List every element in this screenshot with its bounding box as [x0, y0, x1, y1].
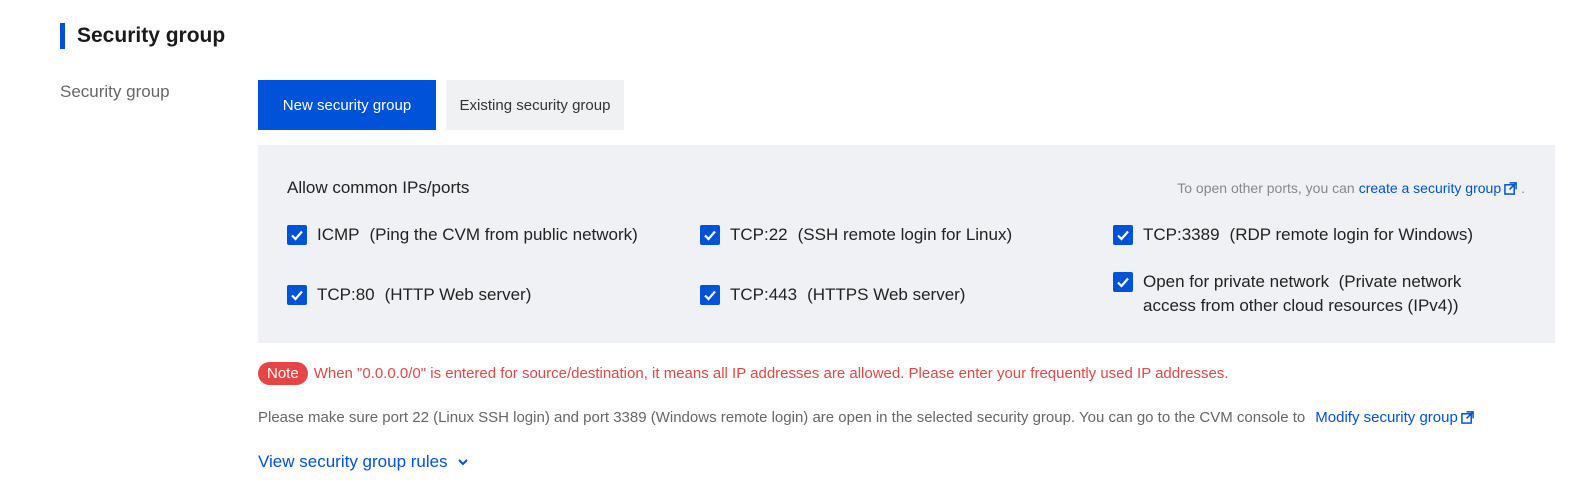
note-text: When "0.0.0.0/0" is entered for source/d… — [313, 365, 1229, 382]
port-option-icmp: ICMP (Ping the CVM from public network) — [287, 223, 638, 247]
view-rules-label: View security group rules — [258, 452, 448, 471]
external-link-icon — [1461, 411, 1474, 424]
check-icon — [704, 230, 716, 241]
port-desc: (Ping the CVM from public network) — [369, 225, 638, 244]
modify-security-group-link-label: Modify security group — [1315, 409, 1458, 426]
check-icon — [1117, 230, 1129, 241]
port-desc: (HTTPS Web server) — [807, 285, 966, 304]
check-icon — [1117, 277, 1129, 288]
port-option-tcp80: TCP:80 (HTTP Web server) — [287, 283, 531, 307]
port-name: TCP:3389 — [1143, 225, 1220, 244]
checkbox-icmp[interactable] — [287, 225, 307, 245]
checkbox-tcp443[interactable] — [700, 285, 720, 305]
title-accent-bar — [60, 23, 65, 49]
tab-new-security-group[interactable]: New security group — [258, 80, 436, 130]
common-ports-panel: Allow common IPs/ports To open other por… — [258, 145, 1555, 343]
create-security-group-link-label: create a security group — [1358, 180, 1502, 196]
check-icon — [704, 290, 716, 301]
view-security-group-rules-toggle[interactable]: View security group rules — [258, 452, 470, 472]
port-option-tcp443: TCP:443 (HTTPS Web server) — [700, 283, 965, 307]
port-option-private-network: Open for private network (Private networ… — [1113, 270, 1503, 318]
section-title: Security group — [77, 24, 226, 47]
port-text: Open for private network (Private networ… — [1143, 270, 1503, 318]
note-badge: Note — [258, 362, 308, 385]
create-security-group-link[interactable]: create a security group — [1359, 180, 1517, 196]
modify-security-group-link[interactable]: Modify security group — [1315, 409, 1474, 426]
chevron-down-icon — [457, 459, 468, 466]
help-text: Please make sure port 22 (Linux SSH logi… — [258, 409, 1306, 426]
tab-existing-security-group[interactable]: Existing security group — [446, 80, 624, 130]
checkbox-tcp3389[interactable] — [1113, 225, 1133, 245]
port-name: Open for private network — [1143, 272, 1330, 291]
hint-suffix: . — [1521, 180, 1525, 196]
checkbox-tcp80[interactable] — [287, 285, 307, 305]
security-group-field-label: Security group — [60, 82, 170, 101]
section-header: Security group — [60, 22, 225, 50]
checkbox-private-network[interactable] — [1113, 272, 1133, 292]
hint-prefix: To open other ports, you can — [1177, 180, 1355, 196]
port-desc: (HTTP Web server) — [384, 285, 532, 304]
check-icon — [291, 290, 303, 301]
external-link-icon — [1504, 181, 1517, 195]
port-option-tcp22: TCP:22 (SSH remote login for Linux) — [700, 223, 1012, 247]
port-name: TCP:80 — [317, 285, 375, 304]
check-icon — [291, 230, 303, 241]
port-desc: (RDP remote login for Windows) — [1229, 225, 1473, 244]
help-row: Please make sure port 22 (Linux SSH logi… — [258, 409, 1474, 426]
security-group-tabs: New security group Existing security gro… — [258, 80, 624, 130]
port-name: TCP:443 — [730, 285, 798, 304]
checkbox-tcp22[interactable] — [700, 225, 720, 245]
port-option-tcp3389: TCP:3389 (RDP remote login for Windows) — [1113, 223, 1473, 247]
port-desc: (SSH remote login for Linux) — [797, 225, 1013, 244]
panel-heading: Allow common IPs/ports — [287, 178, 470, 197]
note-row: Note When "0.0.0.0/0" is entered for sou… — [258, 362, 1228, 385]
port-name: ICMP — [317, 225, 360, 244]
port-name: TCP:22 — [730, 225, 788, 244]
panel-hint: To open other ports, you can create a se… — [1177, 180, 1525, 196]
